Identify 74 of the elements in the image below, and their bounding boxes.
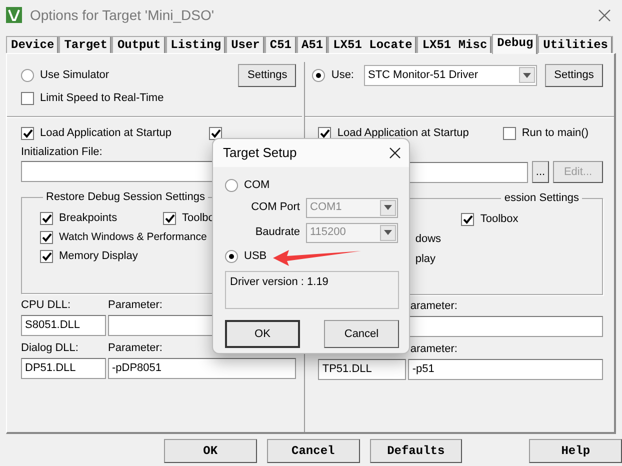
- checkbox[interactable]: [21, 92, 34, 104]
- radio-label: COM: [244, 178, 270, 193]
- tab[interactable]: LX51 Locate: [328, 36, 418, 53]
- window-title: Options for Target 'Mini_DSO': [30, 6, 214, 25]
- radio-button[interactable]: [225, 250, 238, 262]
- input-field[interactable]: TP51.DLL: [318, 359, 406, 380]
- tab[interactable]: Output: [112, 36, 166, 53]
- checkbox-label: dows: [415, 232, 442, 247]
- dropdown: COM1: [306, 198, 398, 218]
- checkbox-label: Memory Display: [59, 249, 138, 264]
- field-label: arameter:: [410, 342, 458, 356]
- settings-button[interactable]: Settings: [238, 64, 296, 86]
- tab[interactable]: Target: [59, 36, 112, 53]
- tab[interactable]: Device: [6, 36, 60, 53]
- help-button[interactable]: Help: [529, 439, 622, 463]
- info-box: Driver version : 1.19: [225, 271, 399, 309]
- checkbox[interactable]: [40, 250, 53, 263]
- field-label: Parameter:: [108, 340, 162, 356]
- checkbox-label: Load Application at Startup: [337, 126, 469, 141]
- edit-button: Edit...: [553, 161, 603, 183]
- radio-label: USB: [244, 248, 267, 264]
- tab[interactable]: LX51 Misc: [417, 36, 492, 53]
- checkbox[interactable]: [318, 126, 332, 140]
- tab[interactable]: User: [226, 36, 265, 53]
- tab[interactable]: Debug: [492, 34, 538, 54]
- checkbox[interactable]: [461, 212, 474, 226]
- input-field[interactable]: [408, 316, 603, 337]
- cancel-button[interactable]: Cancel: [266, 439, 360, 463]
- radio-button[interactable]: [21, 68, 34, 82]
- ok-button[interactable]: OK: [164, 439, 257, 463]
- checkbox[interactable]: [163, 212, 176, 224]
- input-field[interactable]: -pDP8051: [108, 358, 296, 379]
- field-label: arameter:: [410, 298, 458, 314]
- checkbox-label: Run to main(): [522, 126, 588, 141]
- app-logo-icon: [6, 7, 22, 23]
- radio-label: Use Simulator: [40, 68, 110, 83]
- tab[interactable]: Utilities: [538, 36, 613, 53]
- field-label: Dialog DLL:: [21, 340, 80, 356]
- cancel-button[interactable]: Cancel: [324, 320, 399, 348]
- radio-label: Use:: [331, 68, 354, 83]
- field-label: Parameter:: [108, 298, 162, 312]
- checkbox-label: Limit Speed to Real-Time: [40, 90, 164, 106]
- radio-button[interactable]: [312, 68, 326, 82]
- checkbox-label: Watch Windows & Performance: [59, 230, 207, 245]
- dialog-title: Target Setup: [223, 144, 297, 162]
- ok-button[interactable]: OK: [225, 320, 300, 348]
- checkbox-label: Toolbox: [480, 212, 518, 227]
- group-title: ession Settings: [503, 191, 580, 205]
- close-icon[interactable]: [389, 147, 401, 159]
- checkbox-label: Breakpoints: [59, 210, 118, 226]
- group-title: Restore Debug Session Settings: [45, 190, 206, 204]
- field-label: COM Port: [251, 200, 300, 216]
- input-field[interactable]: DP51.DLL: [21, 358, 106, 379]
- driver-dropdown[interactable]: STC Monitor-51 Driver: [364, 64, 537, 86]
- checkbox[interactable]: [209, 126, 222, 140]
- field-label: Baudrate: [255, 225, 300, 240]
- tab[interactable]: Listing: [166, 36, 226, 53]
- defaults-button[interactable]: Defaults: [370, 439, 462, 463]
- checkbox[interactable]: [40, 231, 53, 244]
- tab[interactable]: A51: [296, 36, 328, 53]
- input-field[interactable]: S8051.DLL: [21, 315, 106, 336]
- checkbox[interactable]: [40, 212, 53, 224]
- field-label: CPU DLL:: [21, 298, 72, 312]
- browse-button[interactable]: ...: [532, 161, 549, 183]
- radio-button[interactable]: [225, 178, 238, 192]
- input-field[interactable]: -p51: [408, 359, 603, 380]
- dropdown: 115200: [306, 222, 398, 242]
- checkbox[interactable]: [21, 126, 34, 140]
- checkbox-label: play: [415, 252, 436, 267]
- tab[interactable]: C51: [264, 36, 296, 53]
- settings-button[interactable]: Settings: [545, 64, 603, 86]
- checkbox-label: Load Application at Startup: [40, 126, 172, 141]
- field-label: Initialization File:: [21, 145, 102, 160]
- checkbox[interactable]: [502, 126, 516, 140]
